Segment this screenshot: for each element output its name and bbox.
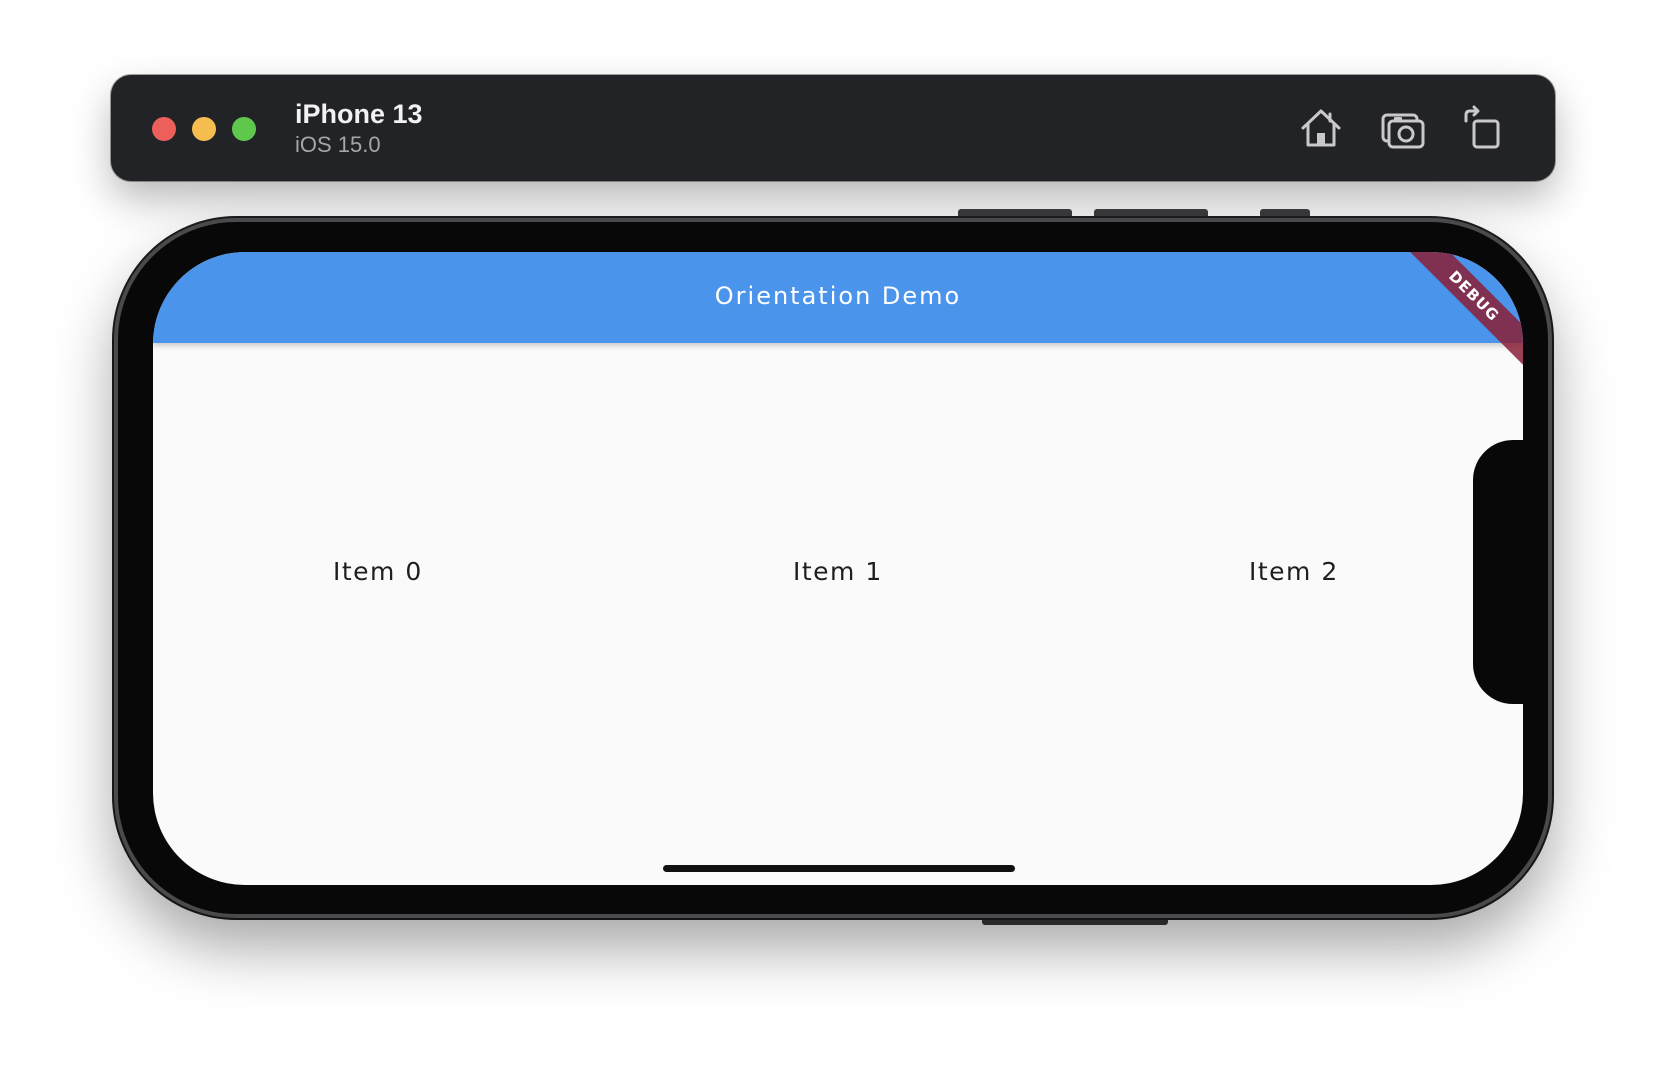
item-list: Item 0 Item 1 Item 2	[153, 343, 1523, 885]
home-indicator[interactable]	[663, 865, 1015, 872]
camera-notch	[1473, 440, 1523, 704]
rotate-icon	[1464, 105, 1500, 149]
screenshot-icon	[1381, 113, 1425, 149]
simulator-titlebar: iPhone 13 iOS 15.0	[111, 75, 1555, 181]
device-name: iPhone 13	[295, 99, 423, 129]
home-icon	[1301, 109, 1341, 147]
home-button[interactable]	[1297, 105, 1345, 151]
zoom-window-button[interactable]	[232, 117, 256, 141]
iphone-device-frame: Orientation Demo DEBUG Item 0 Item 1 Ite…	[114, 218, 1552, 918]
rotate-button[interactable]	[1460, 105, 1508, 151]
list-item: Item 2	[1249, 557, 1339, 586]
list-item: Item 0	[333, 557, 423, 586]
device-os-version: iOS 15.0	[295, 132, 381, 157]
minimize-window-button[interactable]	[192, 117, 216, 141]
list-item: Item 1	[793, 557, 883, 586]
app-bar-title: Orientation Demo	[714, 282, 962, 310]
close-window-button[interactable]	[152, 117, 176, 141]
screenshot-button[interactable]	[1379, 105, 1427, 151]
device-screen: Orientation Demo DEBUG Item 0 Item 1 Ite…	[153, 252, 1523, 885]
app-bar: Orientation Demo DEBUG	[153, 252, 1523, 374]
